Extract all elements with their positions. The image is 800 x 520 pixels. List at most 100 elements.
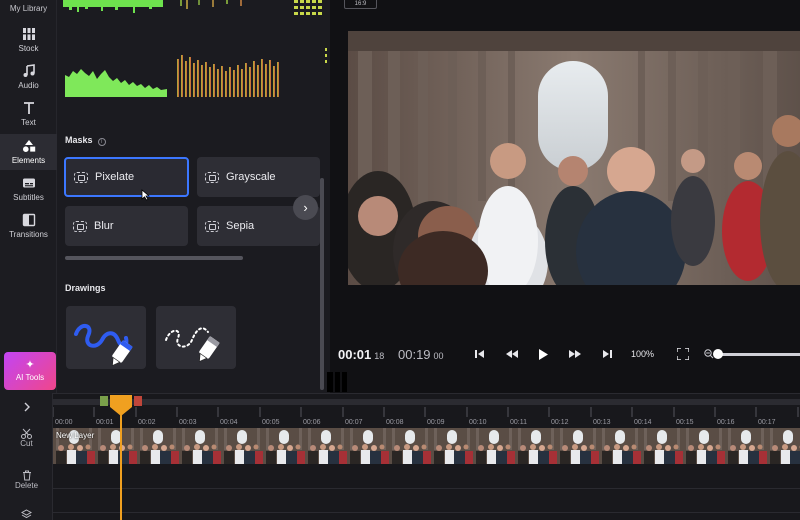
masks-title-text: Masks xyxy=(65,135,93,145)
total-frame: 00 xyxy=(433,351,444,361)
audio-bars-gradient[interactable] xyxy=(177,55,281,97)
cut-label: Cut xyxy=(20,439,33,448)
tick-label: 00:05 xyxy=(262,419,280,426)
brush-drawing-icon xyxy=(74,324,133,367)
rewind-icon xyxy=(506,350,518,358)
audio-wave-green[interactable] xyxy=(65,65,167,97)
timeline-toolbar xyxy=(0,393,53,520)
video-frame-crowd xyxy=(348,31,800,285)
clip-thumbnails xyxy=(53,428,800,464)
fast-forward-button[interactable] xyxy=(567,346,583,362)
mask-pixelate-button[interactable]: Pixelate xyxy=(64,157,189,197)
chevron-right-icon[interactable]: › xyxy=(293,195,318,220)
mask-label: Blur xyxy=(94,220,114,232)
scissors-icon xyxy=(21,428,32,439)
sidebar-item-audio[interactable]: Audio xyxy=(0,64,57,94)
cut-button[interactable]: Cut xyxy=(0,428,53,448)
sidebar-item-text[interactable]: Text xyxy=(0,101,57,131)
tick-label: 00:03 xyxy=(179,419,197,426)
sidebar-item-elements[interactable]: Elements xyxy=(0,134,57,170)
drawing-brush-tile[interactable] xyxy=(66,306,146,369)
info-icon[interactable]: i xyxy=(97,138,106,146)
mask-label: Grayscale xyxy=(226,171,276,183)
tick-label: 00:09 xyxy=(427,419,445,426)
skip-back-icon xyxy=(475,350,484,358)
video-preview[interactable] xyxy=(348,31,800,285)
mask-icon xyxy=(74,171,88,183)
panel-vertical-scrollbar[interactable] xyxy=(320,178,324,390)
drawing-dashed-tile[interactable] xyxy=(156,306,236,369)
sidebar-item-stock[interactable]: Stock xyxy=(0,27,57,57)
sidebar-item-label: Transitions xyxy=(9,230,48,239)
audio-visualizer-top-left[interactable] xyxy=(63,0,163,14)
text-icon xyxy=(23,102,34,114)
tick-label: 00:01 xyxy=(96,419,114,426)
trash-icon xyxy=(22,470,31,481)
mask-label: Sepia xyxy=(226,220,255,232)
skip-forward-icon xyxy=(603,350,612,358)
drawings-section-title: Drawings xyxy=(65,283,106,293)
tick-label: 00:06 xyxy=(303,419,321,426)
video-track-clip[interactable] xyxy=(53,428,800,464)
tick-label: 00:12 xyxy=(551,419,569,426)
preview-drag-handle[interactable] xyxy=(327,372,347,392)
play-icon xyxy=(539,348,548,360)
zoom-slider-track[interactable] xyxy=(716,353,800,356)
sidebar-item-subtitles[interactable]: Subtitles xyxy=(0,176,57,206)
sidebar-item-label: Stock xyxy=(18,44,39,53)
sidebar-item-label: Elements xyxy=(11,156,46,165)
mouse-cursor-icon xyxy=(141,189,150,201)
shapes-icon xyxy=(22,140,35,152)
layer-label: New Layer xyxy=(56,431,95,440)
tick-label: 00:00 xyxy=(55,419,73,426)
layers-icon[interactable] xyxy=(21,509,32,519)
tick-label: 00:13 xyxy=(593,419,611,426)
audio-visualizer-top-right[interactable] xyxy=(178,0,278,12)
collapse-timeline-button[interactable] xyxy=(0,402,53,412)
sidebar-item-label: Audio xyxy=(18,81,39,90)
total-time: 00:19 00 xyxy=(398,347,444,362)
mask-icon xyxy=(73,220,87,232)
tick-label: 00:14 xyxy=(634,419,652,426)
total-time-value: 00:19 xyxy=(398,347,431,362)
skip-to-end-button[interactable] xyxy=(599,346,615,362)
current-time-value: 00:01 xyxy=(338,347,372,362)
zoom-slider-handle[interactable] xyxy=(713,349,723,359)
current-time: 00:01 18 xyxy=(338,347,384,362)
mask-blur-button[interactable]: Blur xyxy=(65,206,188,246)
delete-button[interactable]: Delete xyxy=(0,470,53,490)
ai-tools-button[interactable]: ✦ AI Tools xyxy=(4,352,56,390)
sidebar-item-transitions[interactable]: Transitions xyxy=(0,213,57,243)
masks-horizontal-scrollbar[interactable] xyxy=(65,256,243,260)
playhead-handle[interactable] xyxy=(109,395,133,416)
tick-label: 00:15 xyxy=(676,419,694,426)
rewind-button[interactable] xyxy=(504,346,520,362)
tick-label: 00:04 xyxy=(220,419,238,426)
sidebar-item-label: Subtitles xyxy=(13,193,44,202)
sidebar-item-my-library[interactable]: My Library xyxy=(0,4,57,13)
mask-label: Pixelate xyxy=(95,171,135,183)
sparkle-icon: ✦ xyxy=(25,359,35,371)
tick-label: 00:11 xyxy=(510,419,527,426)
tick-label: 00:10 xyxy=(469,419,487,426)
dashed-drawing-icon xyxy=(165,327,220,363)
fullscreen-icon xyxy=(677,348,689,360)
aspect-ratio-badge[interactable]: 16:9 xyxy=(344,0,377,9)
mask-icon xyxy=(205,171,219,183)
ai-tools-label: AI Tools xyxy=(15,373,45,382)
playhead-line[interactable] xyxy=(120,405,122,520)
tick-label: 00:08 xyxy=(386,419,404,426)
audio-visualizer-led[interactable] xyxy=(294,0,326,18)
fullscreen-button[interactable] xyxy=(675,346,691,362)
subtitles-icon xyxy=(22,178,35,188)
chevron-right-icon xyxy=(24,402,30,412)
mask-grayscale-button[interactable]: Grayscale xyxy=(197,157,320,197)
transitions-icon xyxy=(22,213,35,227)
track-divider xyxy=(53,512,800,513)
zoom-level[interactable]: 100% xyxy=(631,349,654,359)
skip-to-start-button[interactable] xyxy=(472,346,488,362)
tick-label: 00:07 xyxy=(345,419,363,426)
fast-forward-icon xyxy=(569,350,581,358)
play-button[interactable] xyxy=(535,346,551,362)
stock-icon xyxy=(21,28,36,40)
